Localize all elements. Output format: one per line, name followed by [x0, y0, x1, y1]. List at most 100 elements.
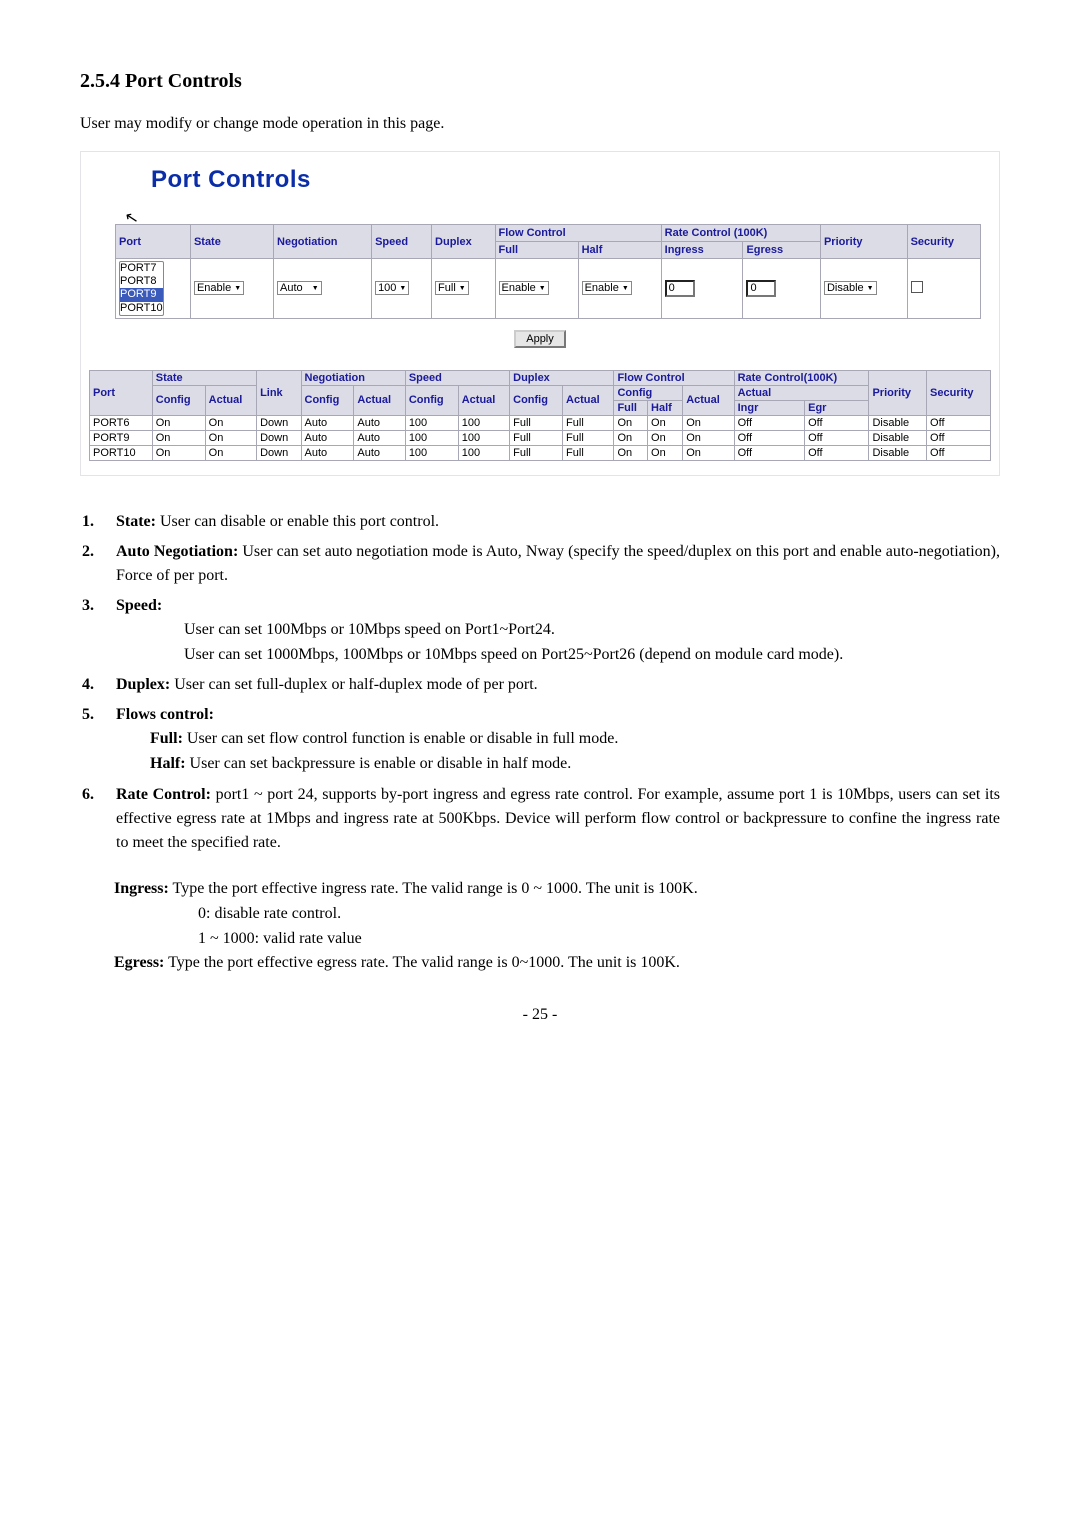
- table-row: PORT9OnOnDownAutoAuto100100FullFullOnOnO…: [90, 430, 991, 445]
- th-port: Port: [116, 225, 191, 259]
- chevron-down-icon: ▼: [312, 285, 319, 292]
- section-heading: 2.5.4 Port Controls: [80, 70, 1000, 93]
- table-cell: Off: [805, 430, 869, 445]
- th-full: Full: [614, 400, 648, 415]
- table-cell: On: [152, 415, 205, 430]
- th-negotiation: Negotiation: [301, 370, 405, 385]
- th-rate: Rate Control (100K): [661, 225, 820, 242]
- table-cell: Auto: [301, 445, 354, 460]
- table-cell: Auto: [354, 445, 405, 460]
- list-item: Flows control: Full: User can set flow c…: [82, 703, 1000, 777]
- th-duplex: Duplex: [510, 370, 614, 385]
- cursor-icon: ↖: [123, 207, 140, 229]
- table-cell: 100: [405, 430, 458, 445]
- th-state: State: [190, 225, 273, 259]
- table-cell: Off: [734, 445, 805, 460]
- state-dropdown[interactable]: Enable▼: [194, 281, 244, 295]
- th-half: Half: [648, 400, 683, 415]
- table-cell: 100: [458, 430, 509, 445]
- table-cell: Off: [734, 430, 805, 445]
- table-cell: On: [614, 430, 648, 445]
- table-cell: Disable: [869, 415, 927, 430]
- th-priority: Priority: [820, 225, 907, 259]
- table-cell: On: [648, 445, 683, 460]
- chevron-down-icon: ▼: [234, 285, 241, 292]
- th-actual: Actual: [563, 385, 614, 415]
- table-cell: Auto: [301, 430, 354, 445]
- th-priority: Priority: [869, 370, 927, 415]
- table-cell: Full: [510, 415, 563, 430]
- flow-full-dropdown[interactable]: Enable▼: [499, 281, 549, 295]
- intro-text: User may modify or change mode operation…: [80, 115, 1000, 133]
- th-rate: Rate Control(100K): [734, 370, 869, 385]
- table-cell: On: [152, 445, 205, 460]
- th-negotiation: Negotiation: [274, 225, 372, 259]
- flow-half-dropdown[interactable]: Enable▼: [582, 281, 632, 295]
- th-ingr: Ingr: [734, 400, 805, 415]
- security-checkbox[interactable]: [911, 281, 923, 293]
- chevron-down-icon: ▼: [459, 285, 466, 292]
- table-cell: 100: [458, 445, 509, 460]
- speed-dropdown[interactable]: 100▼: [375, 281, 409, 295]
- control-table: Port State Negotiation Speed Duplex Flow…: [115, 224, 981, 319]
- th-actual: Actual: [205, 385, 256, 415]
- th-link: Link: [257, 370, 301, 415]
- list-item: Auto Negotiation: User can set auto nego…: [82, 540, 1000, 588]
- table-cell: 100: [458, 415, 509, 430]
- table-cell: On: [205, 445, 256, 460]
- list-item: Duplex: User can set full-duplex or half…: [82, 673, 1000, 697]
- table-cell: On: [152, 430, 205, 445]
- apply-button[interactable]: Apply: [514, 330, 566, 348]
- table-row: PORT6OnOnDownAutoAuto100100FullFullOnOnO…: [90, 415, 991, 430]
- priority-dropdown[interactable]: Disable▼: [824, 281, 877, 295]
- th-port: Port: [90, 370, 153, 415]
- th-egr: Egr: [805, 400, 869, 415]
- port-list-cell[interactable]: PORT7 PORT8 PORT9 PORT10: [116, 259, 191, 319]
- th-config: Config: [301, 385, 354, 415]
- th-speed: Speed: [405, 370, 509, 385]
- table-cell: On: [205, 430, 256, 445]
- table-cell: PORT10: [90, 445, 153, 460]
- port-select[interactable]: PORT7 PORT8 PORT9 PORT10: [119, 261, 164, 316]
- negotiation-dropdown[interactable]: Auto ▼: [277, 281, 322, 295]
- table-cell: On: [614, 415, 648, 430]
- table-cell: Disable: [869, 430, 927, 445]
- table-cell: Full: [563, 415, 614, 430]
- th-actual: Actual: [734, 385, 869, 400]
- th-config: Config: [510, 385, 563, 415]
- speed-line2: User can set 1000Mbps, 100Mbps or 10Mbps…: [184, 643, 1000, 668]
- table-cell: Off: [927, 415, 991, 430]
- th-actual: Actual: [458, 385, 509, 415]
- chevron-down-icon: ▼: [622, 285, 629, 292]
- table-cell: Off: [805, 415, 869, 430]
- port-option[interactable]: PORT8: [120, 275, 163, 288]
- th-security: Security: [907, 225, 980, 259]
- list-item: Speed: User can set 100Mbps or 10Mbps sp…: [82, 594, 1000, 668]
- port-controls-panel: Port Controls ↖ Port State Negotiation S…: [80, 151, 1000, 476]
- duplex-dropdown[interactable]: Full▼: [435, 281, 469, 295]
- port-option[interactable]: PORT9: [120, 288, 163, 301]
- table-cell: Off: [927, 445, 991, 460]
- port-option[interactable]: PORT10: [120, 302, 163, 315]
- th-config: Config: [614, 385, 683, 400]
- th-config: Config: [152, 385, 205, 415]
- table-cell: On: [683, 430, 734, 445]
- status-table: Port State Link Negotiation Speed Duplex…: [89, 370, 991, 461]
- table-cell: Auto: [301, 415, 354, 430]
- chevron-down-icon: ▼: [399, 285, 406, 292]
- table-cell: Full: [563, 445, 614, 460]
- table-cell: On: [683, 415, 734, 430]
- th-security: Security: [927, 370, 991, 415]
- table-cell: Disable: [869, 445, 927, 460]
- list-item: State: User can disable or enable this p…: [82, 510, 1000, 534]
- th-actual: Actual: [354, 385, 405, 415]
- table-cell: Off: [927, 430, 991, 445]
- ingress-sub2: 1 ~ 1000: valid rate value: [198, 927, 1000, 952]
- table-cell: Down: [257, 430, 301, 445]
- egress-line: Egress: Type the port effective egress r…: [114, 951, 1000, 976]
- th-flow: Flow Control: [614, 370, 734, 385]
- ingress-input[interactable]: [665, 280, 695, 297]
- port-option[interactable]: PORT7: [120, 262, 163, 275]
- table-cell: 100: [405, 445, 458, 460]
- egress-input[interactable]: [746, 280, 776, 297]
